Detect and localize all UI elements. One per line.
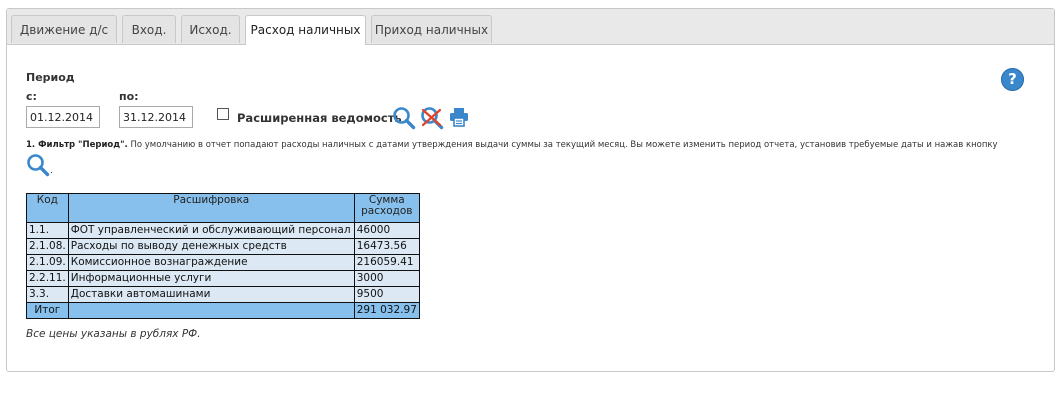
table-row: 1.1. ФОТ управленческий и обслуживающий …: [26, 222, 420, 239]
date-from-input[interactable]: [26, 106, 100, 128]
tab-cash-expense[interactable]: Расход наличных: [245, 15, 366, 45]
total-empty-cell: [67, 302, 355, 319]
row-amount: 3000: [353, 270, 420, 287]
row-code: 3.3.: [26, 286, 69, 303]
filter-note-text: По умолчанию в отчет попадают расходы на…: [127, 140, 998, 150]
period-label: Период: [26, 71, 75, 84]
date-to-input[interactable]: [119, 106, 193, 128]
date-from-label: с:: [26, 90, 37, 103]
row-code: 1.1.: [26, 222, 69, 239]
extended-report-checkbox[interactable]: [217, 108, 229, 120]
row-amount: 46000: [353, 222, 420, 239]
row-code: 2.2.11.: [26, 270, 69, 287]
row-amount: 216059.41: [353, 254, 420, 271]
filter-note: 1. Фильтр "Период". По умолчанию в отчет…: [26, 139, 1046, 151]
clear-filter-icon[interactable]: [420, 106, 444, 130]
total-value: 291 032.97: [353, 302, 420, 319]
print-icon[interactable]: [449, 107, 469, 127]
filter-note-title: 1. Фильтр "Период".: [26, 140, 128, 150]
table-header-row: Код Расшифровка Сумма расходов: [26, 193, 420, 223]
currency-footnote: Все цены указаны в рублях РФ.: [26, 328, 201, 340]
inline-search-icon[interactable]: [26, 153, 50, 177]
row-amount: 9500: [353, 286, 420, 303]
row-description: Информационные услуги: [67, 270, 355, 287]
table-row: 2.1.09. Комиссионное вознаграждение 2160…: [26, 254, 420, 271]
col-header-amount: Сумма расходов: [353, 193, 420, 223]
tab-outgoing[interactable]: Исход.: [181, 15, 240, 43]
row-code: 2.1.09.: [26, 254, 69, 271]
tab-cash-flow[interactable]: Движение д/с: [11, 15, 117, 43]
search-icon[interactable]: [392, 106, 416, 130]
table-row: 3.3. Доставки автомашинами 9500: [26, 286, 420, 303]
expense-table: Код Расшифровка Сумма расходов 1.1. ФОТ …: [26, 193, 420, 319]
help-icon[interactable]: ?: [1001, 68, 1024, 91]
tab-incoming[interactable]: Вход.: [122, 15, 176, 43]
col-header-description: Расшифровка: [67, 193, 355, 223]
extended-report-label: Расширенная ведомость: [237, 111, 402, 125]
table-total-row: Итог 291 032.97: [26, 302, 420, 319]
date-to-label: по:: [119, 90, 139, 103]
row-description: ФОТ управленческий и обслуживающий персо…: [67, 222, 355, 239]
total-label: Итог: [26, 302, 69, 319]
col-header-amount-line2: расходов: [361, 205, 413, 217]
table-row: 2.1.08. Расходы по выводу денежных средс…: [26, 238, 420, 255]
filter-note-tail: .: [50, 166, 53, 176]
col-header-code: Код: [26, 193, 69, 223]
row-amount: 16473.56: [353, 238, 420, 255]
row-description: Комиссионное вознаграждение: [67, 254, 355, 271]
tab-cash-income[interactable]: Приход наличных: [371, 15, 492, 43]
tab-bar: Движение д/с Вход. Исход. Расход наличны…: [7, 9, 1054, 45]
row-description: Доставки автомашинами: [67, 286, 355, 303]
table-row: 2.2.11. Информационные услуги 3000: [26, 270, 420, 287]
row-description: Расходы по выводу денежных средств: [67, 238, 355, 255]
row-code: 2.1.08.: [26, 238, 69, 255]
